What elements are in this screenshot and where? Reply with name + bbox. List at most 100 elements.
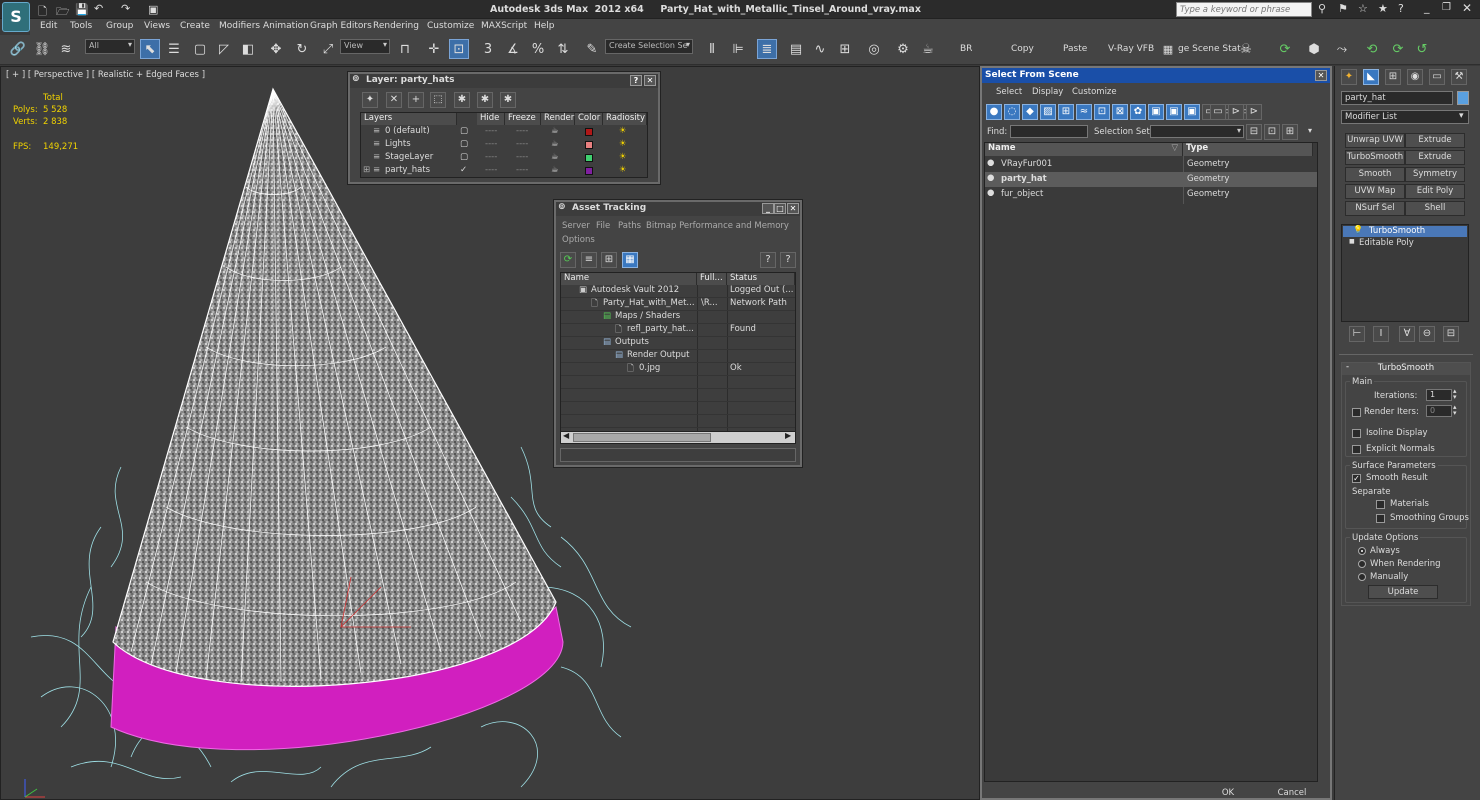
favorites-star-icon[interactable]: ★ (1378, 2, 1388, 15)
select-close-button[interactable]: ✕ (1315, 70, 1327, 81)
scene-object-row[interactable]: ● fur_object Geometry (985, 187, 1317, 202)
radiosity-icon[interactable]: ☀ (619, 152, 627, 162)
subscription-icon[interactable]: ⚑ (1338, 2, 1348, 15)
render-teapot-icon[interactable]: ☕ (551, 139, 559, 149)
layer-row[interactable]: ≡ StageLayer ▢ ---- ---- ☕ ☀ (361, 152, 647, 165)
toolbar-tool-5-icon[interactable]: ⟳ (1388, 39, 1408, 59)
asset-name[interactable]: Outputs (615, 337, 649, 347)
layers-column-header[interactable]: Layers (361, 113, 457, 125)
freeze-toggle[interactable]: ---- (516, 165, 528, 175)
always-radio[interactable] (1358, 547, 1366, 555)
object-name[interactable]: party_hat (1001, 174, 1047, 184)
scroll-right-icon[interactable]: ▶ (785, 431, 791, 440)
asset-tracking-window[interactable]: ⊚ Asset Tracking _ □ ✕ Server File Paths… (554, 200, 802, 467)
asset-horizontal-scrollbar[interactable]: ◀ ▶ (561, 431, 795, 443)
motion-tab-icon[interactable]: ◉ (1407, 69, 1423, 85)
layer-color-swatch[interactable] (585, 154, 593, 162)
help-icon[interactable]: ? (1398, 2, 1404, 15)
unwrap-uvw-button[interactable]: Unwrap UVW (1345, 133, 1405, 148)
hide-all-layers-icon[interactable]: ✱ (477, 92, 493, 108)
shell-button[interactable]: Shell (1405, 201, 1465, 216)
paste-button[interactable]: Paste (1063, 44, 1087, 54)
asset-close-button[interactable]: ✕ (787, 203, 799, 214)
select-manipulate-icon[interactable]: ✛ (424, 39, 444, 59)
iterations-spinner-arrows-icon[interactable]: ▴ ▾ (1453, 388, 1457, 401)
extrude-button-2[interactable]: Extrude (1405, 150, 1465, 165)
asset-menu-paths[interactable]: Paths (618, 221, 641, 231)
toolbar-tool-6-icon[interactable]: ↺ (1412, 39, 1432, 59)
extrude-button[interactable]: Extrude (1405, 133, 1465, 148)
scene-object-row[interactable]: ● VRayFur001 Geometry (985, 157, 1317, 172)
sort-filter-icon[interactable]: ▽ (1171, 143, 1178, 153)
hierarchy-tab-icon[interactable]: ⊞ (1385, 69, 1401, 85)
toolbar-tool-4-icon[interactable]: ⟲ (1362, 39, 1382, 59)
render-iters-spinner-arrows-icon[interactable]: ▴ ▾ (1453, 404, 1457, 417)
hide-toggle[interactable]: ---- (485, 126, 497, 136)
hide-toggle[interactable]: ---- (485, 165, 497, 175)
current-layer-indicator[interactable]: ▢ (460, 126, 468, 136)
menu-create[interactable]: Create (180, 21, 210, 31)
object-name[interactable]: fur_object (1001, 189, 1043, 199)
make-unique-icon[interactable]: ∀ (1399, 326, 1415, 342)
smooth-button[interactable]: Smooth (1345, 167, 1405, 182)
menu-group[interactable]: Group (106, 21, 133, 31)
toolbar-tool-1-icon[interactable]: ⟳ (1275, 39, 1295, 59)
scroll-thumb[interactable] (573, 433, 711, 442)
menu-modifiers[interactable]: Modifiers (219, 21, 260, 31)
app-logo-icon[interactable]: S (2, 2, 30, 32)
select-from-scene-window[interactable]: Select From Scene ✕ Select Display Custo… (980, 66, 1332, 800)
lasso-selection-icon[interactable]: ◸ (214, 39, 234, 59)
material-editor-icon[interactable]: ◎ (864, 39, 884, 59)
menu-rendering[interactable]: Rendering (373, 21, 419, 31)
quick-access-save-icon[interactable]: 💾 (75, 3, 89, 16)
menu-views[interactable]: Views (144, 21, 170, 31)
render-iters-spinner[interactable]: 0 (1426, 405, 1452, 417)
name-column-header[interactable]: Name ▽ (985, 143, 1183, 156)
asset-list-view-icon[interactable]: ≡ (581, 252, 597, 268)
isoline-display-checkbox[interactable] (1352, 429, 1361, 438)
stack-item-editable-poly[interactable]: ■ Editable Poly (1343, 238, 1467, 249)
menu-help[interactable]: Help (534, 21, 555, 31)
remove-modifier-icon[interactable]: ⊖ (1419, 326, 1435, 342)
asset-row[interactable] (561, 415, 795, 428)
asset-row[interactable]: ▤ Maps / Shaders (561, 311, 795, 324)
select-cancel-button[interactable]: Cancel (1262, 786, 1322, 800)
copy-button[interactable]: Copy (1011, 44, 1034, 54)
filter-icon[interactable]: ⊳ (1228, 104, 1244, 120)
layer-window-title[interactable]: ⊚ Layer: party_hats ? ✕ (350, 74, 658, 88)
asset-row[interactable]: ▤ Render Output (561, 350, 795, 363)
selection-set-dropdown[interactable]: ▾ (1150, 125, 1244, 138)
select-invert-icon[interactable]: ⊞ (1282, 124, 1298, 140)
modify-tab-icon[interactable]: ◣ (1363, 69, 1379, 85)
angle-snap-icon[interactable]: ∡ (503, 39, 523, 59)
skull-icon[interactable]: ☠ (1236, 39, 1256, 59)
bulb-icon[interactable]: 💡 (1353, 225, 1363, 234)
search-input[interactable]: Type a keyword or phrase (1176, 2, 1312, 17)
delete-layer-icon[interactable]: ✕ (386, 92, 402, 108)
manually-radio[interactable] (1358, 573, 1366, 581)
iterations-spinner[interactable]: 1 (1426, 389, 1452, 401)
pin-stack-icon[interactable]: ⊢ (1349, 326, 1365, 342)
asset-name[interactable]: refl_party_hat... (627, 324, 694, 334)
render-column-header[interactable]: Render (541, 113, 575, 125)
hide-toggle[interactable]: ---- (485, 139, 497, 149)
menu-edit[interactable]: Edit (40, 21, 57, 31)
asset-row[interactable]: ▤ Outputs (561, 337, 795, 350)
highlight-layer-icon[interactable]: ✱ (454, 92, 470, 108)
rectangular-selection-icon[interactable]: ▢ (190, 39, 210, 59)
turbosmooth-button[interactable]: TurboSmooth (1345, 150, 1405, 165)
render-teapot-icon[interactable]: ☕ (551, 126, 559, 136)
find-input[interactable] (1010, 125, 1088, 138)
asset-row[interactable] (561, 376, 795, 389)
smooth-result-checkbox[interactable]: ✓ (1352, 474, 1361, 483)
asset-table-view-icon[interactable]: ▦ (622, 252, 638, 268)
asset-refresh-icon[interactable]: ⟳ (560, 252, 576, 268)
asset-row[interactable] (561, 389, 795, 402)
expand-plus-icon[interactable]: ⊞ (363, 165, 370, 175)
vray-vfb-button[interactable]: V-Ray VFB (1108, 44, 1154, 54)
graphite-toolbar-icon[interactable]: ▤ (786, 39, 806, 59)
named-selection-set-dropdown[interactable]: Create Selection Se (605, 39, 693, 54)
asset-settings-icon[interactable]: ? (780, 252, 796, 268)
snaps-toggle-icon[interactable]: 3 (478, 39, 498, 59)
asset-name[interactable]: Maps / Shaders (615, 311, 680, 321)
